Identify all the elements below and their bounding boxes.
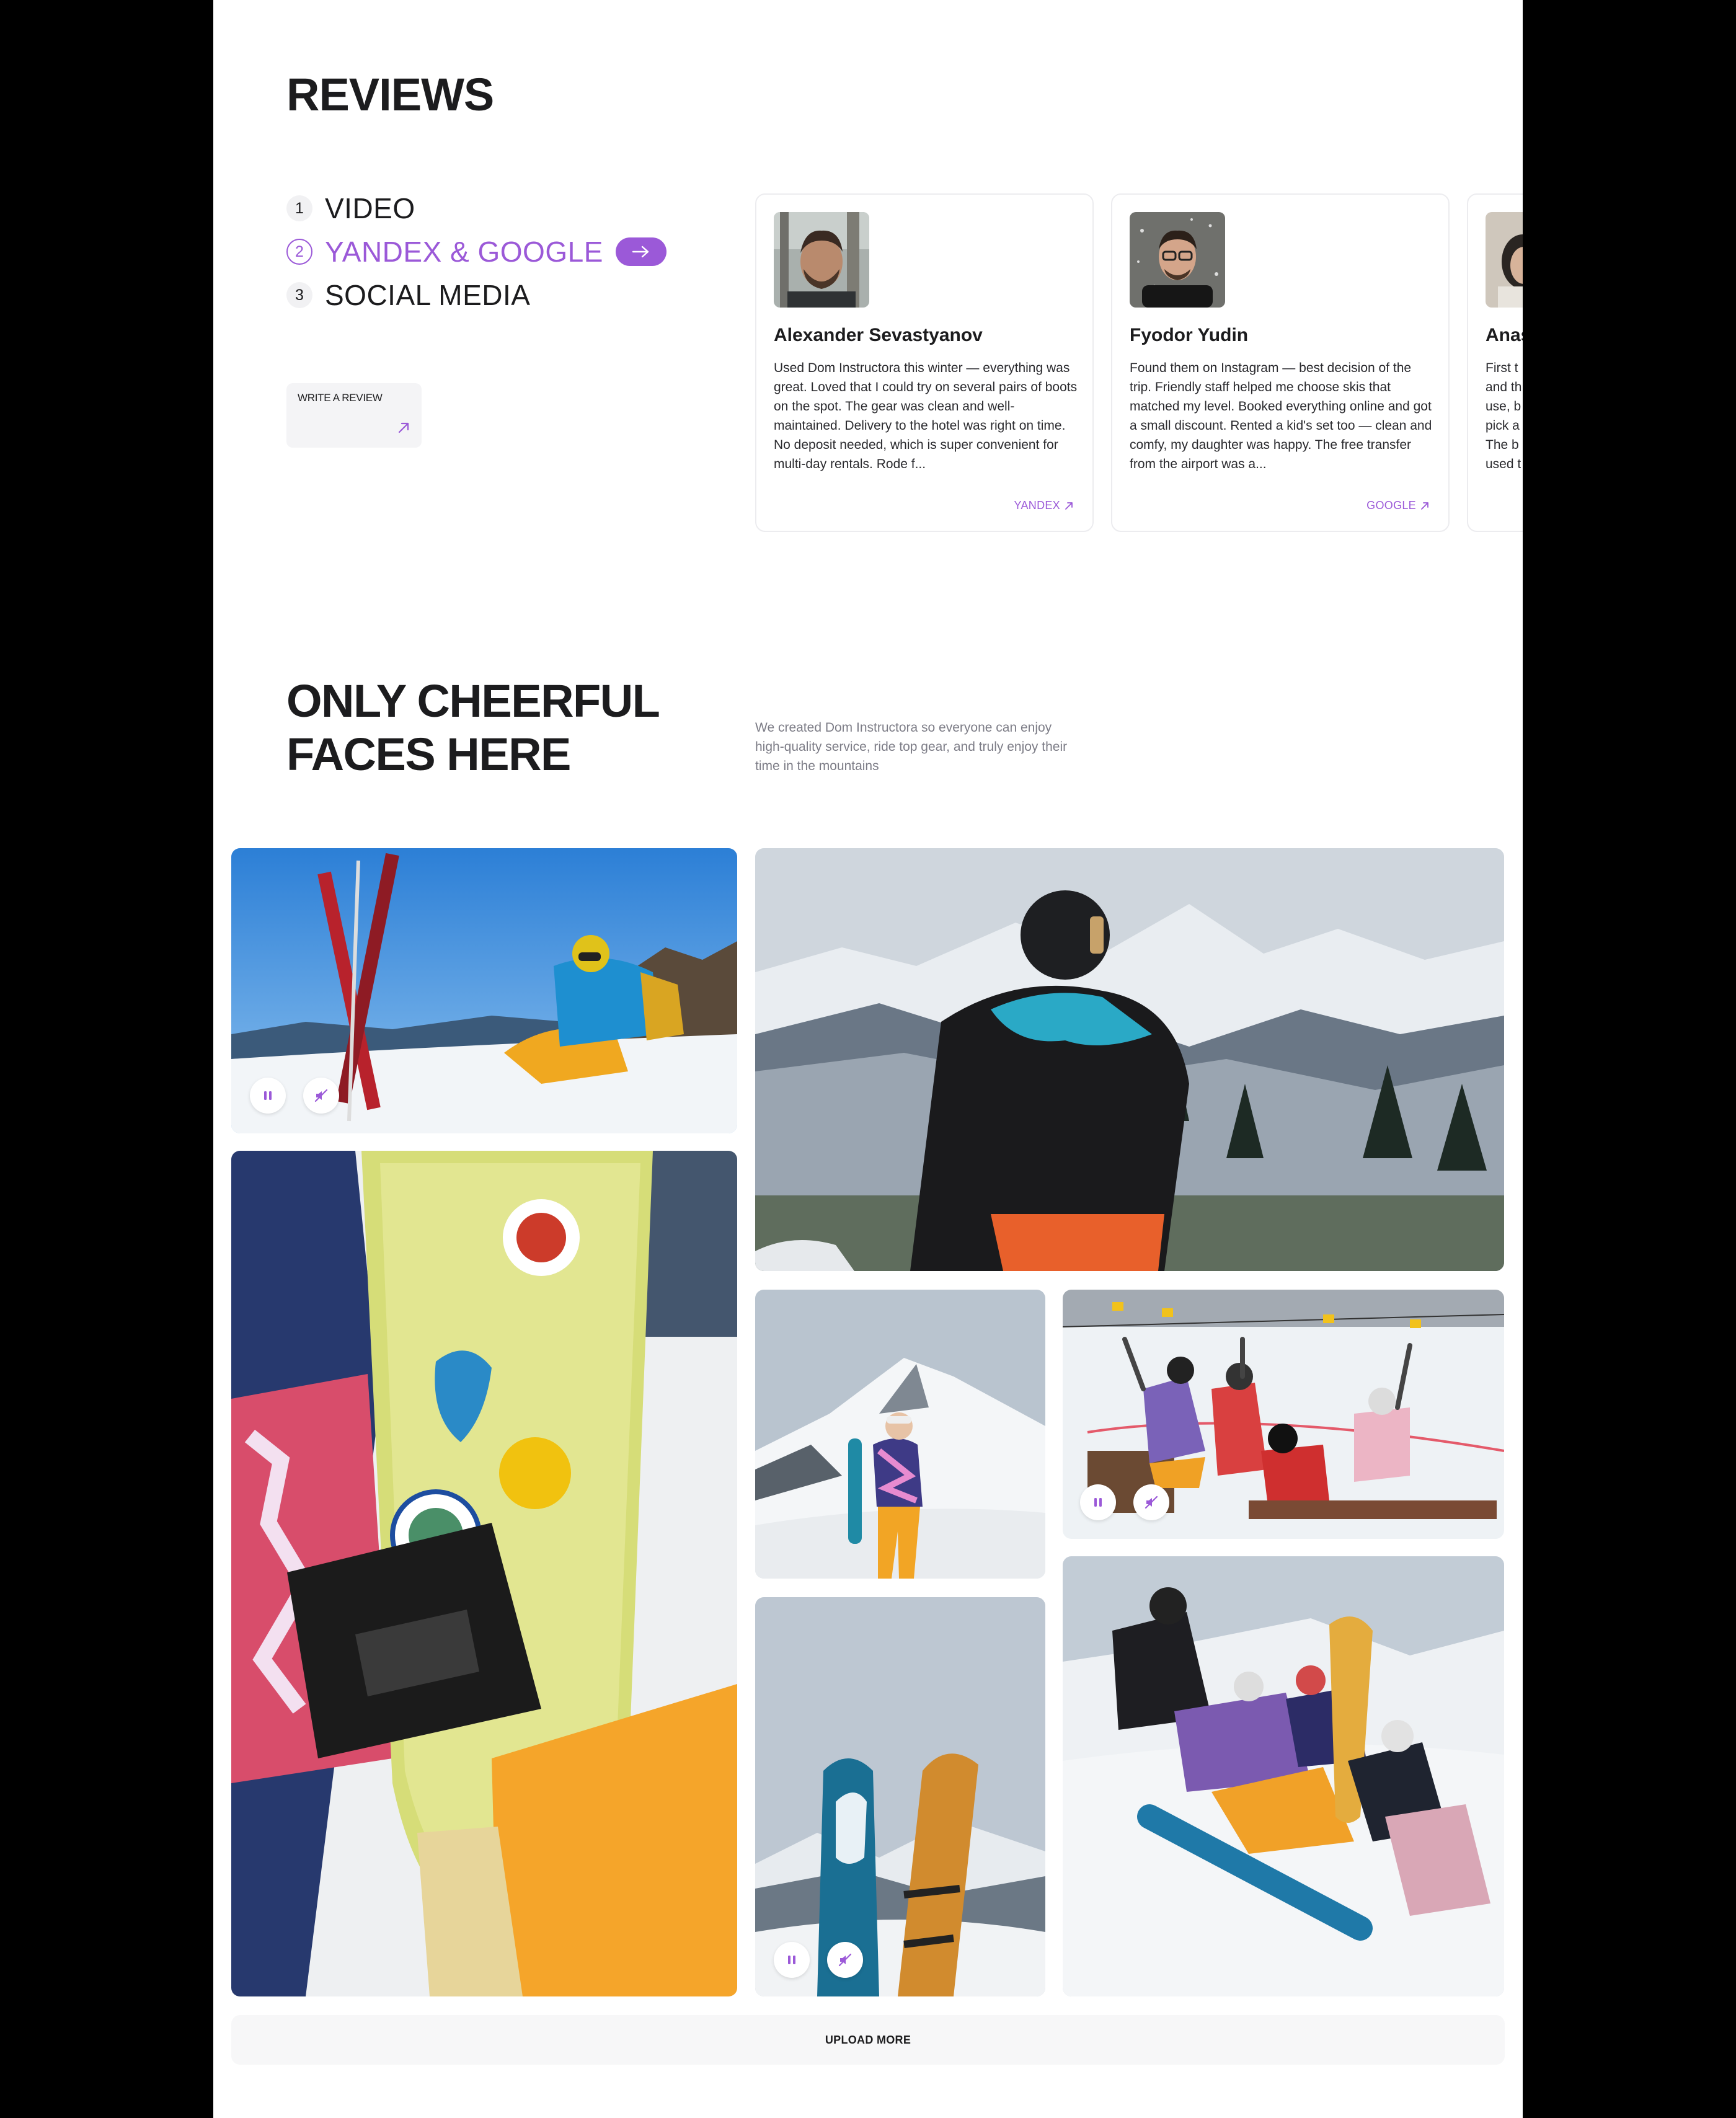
photo-snowboards: [755, 1597, 1045, 1996]
cheerful-title: ONLY CHEERFUL FACES HERE: [286, 675, 660, 781]
write-review-button[interactable]: WRITE A REVIEW: [286, 383, 422, 448]
avatar: [774, 212, 869, 308]
reviews-title: REVIEWS: [286, 69, 494, 120]
gallery-video-snowboards[interactable]: [755, 1597, 1045, 1996]
arrow-right-icon[interactable]: [615, 237, 666, 266]
photo-group-cheering: [1063, 1290, 1504, 1539]
sound-off-icon[interactable]: [1133, 1484, 1169, 1520]
review-card: Fyodor Yudin Found them on Instagram — b…: [1111, 193, 1450, 532]
arrow-up-right-icon: [1421, 502, 1428, 510]
arrow-up-right-icon: [397, 421, 410, 438]
tab-video[interactable]: 1 VIDEO: [286, 191, 415, 226]
tab-number: 3: [286, 282, 312, 308]
gallery-photo-snowboard-closeup[interactable]: [231, 1151, 737, 1996]
reviews-carousel[interactable]: Alexander Sevastyanov Used Dom Instructo…: [755, 193, 1523, 533]
sound-off-icon[interactable]: [827, 1942, 863, 1978]
photo-snowboard-closeup: [231, 1151, 737, 1996]
tab-label: VIDEO: [325, 192, 415, 224]
gallery-photo-mountain-view[interactable]: [755, 848, 1504, 1271]
review-source-label: GOOGLE: [1366, 499, 1416, 512]
tab-label: YANDEX & GOOGLE: [325, 236, 603, 268]
cheerful-title-line2: FACES HERE: [286, 729, 571, 780]
review-source-link[interactable]: GOOGLE: [1366, 499, 1430, 512]
avatar: [1486, 212, 1523, 308]
review-text: Used Dom Instructora this winter — every…: [774, 361, 1078, 471]
review-source-link[interactable]: YANDEX: [1014, 499, 1074, 512]
tab-yandex-google[interactable]: 2 YANDEX & GOOGLE: [286, 234, 666, 269]
gallery-video-group-cheering[interactable]: [1063, 1290, 1504, 1539]
arrow-up-right-icon: [1065, 502, 1073, 510]
photo-group-snow: [1063, 1556, 1504, 1996]
review-text: First t and th use, b pick a The b used …: [1486, 361, 1522, 471]
tab-number: 1: [286, 195, 312, 221]
sound-off-icon[interactable]: [303, 1078, 339, 1114]
tab-social-media[interactable]: 3 SOCIAL MEDIA: [286, 278, 530, 312]
page: REVIEWS 1 VIDEO 2 YANDEX & GOOGLE 3 SOCI…: [213, 0, 1523, 2118]
cheerful-description: We created Dom Instructora so everyone c…: [755, 720, 1068, 773]
review-text: Found them on Instagram — best decision …: [1130, 361, 1432, 471]
reviewer-name: Anas: [1486, 325, 1523, 345]
upload-more-button[interactable]: UPLOAD MORE: [231, 2015, 1505, 2065]
reviewer-name: Alexander Sevastyanov: [774, 325, 983, 345]
review-source-label: YANDEX: [1014, 499, 1060, 512]
photo-mountain-view: [755, 848, 1504, 1271]
gallery-photo-girl-slope[interactable]: [755, 1290, 1045, 1579]
write-review-label: WRITE A REVIEW: [298, 392, 383, 404]
avatar: [1130, 212, 1225, 308]
reviewer-name: Fyodor Yudin: [1130, 325, 1249, 345]
review-card: Anas First t and th use, b pick a The b …: [1467, 193, 1523, 532]
tab-number: 2: [286, 239, 312, 265]
pause-icon[interactable]: [774, 1942, 810, 1978]
cheerful-title-line1: ONLY CHEERFUL: [286, 675, 660, 727]
pause-icon[interactable]: [250, 1078, 286, 1114]
gallery-photo-group-snow[interactable]: [1063, 1556, 1504, 1996]
pause-icon[interactable]: [1080, 1484, 1116, 1520]
gallery-video-skier-sitting[interactable]: [231, 848, 737, 1133]
photo-girl-slope: [755, 1290, 1045, 1579]
tab-label: SOCIAL MEDIA: [325, 279, 531, 311]
review-card: Alexander Sevastyanov Used Dom Instructo…: [755, 193, 1094, 532]
